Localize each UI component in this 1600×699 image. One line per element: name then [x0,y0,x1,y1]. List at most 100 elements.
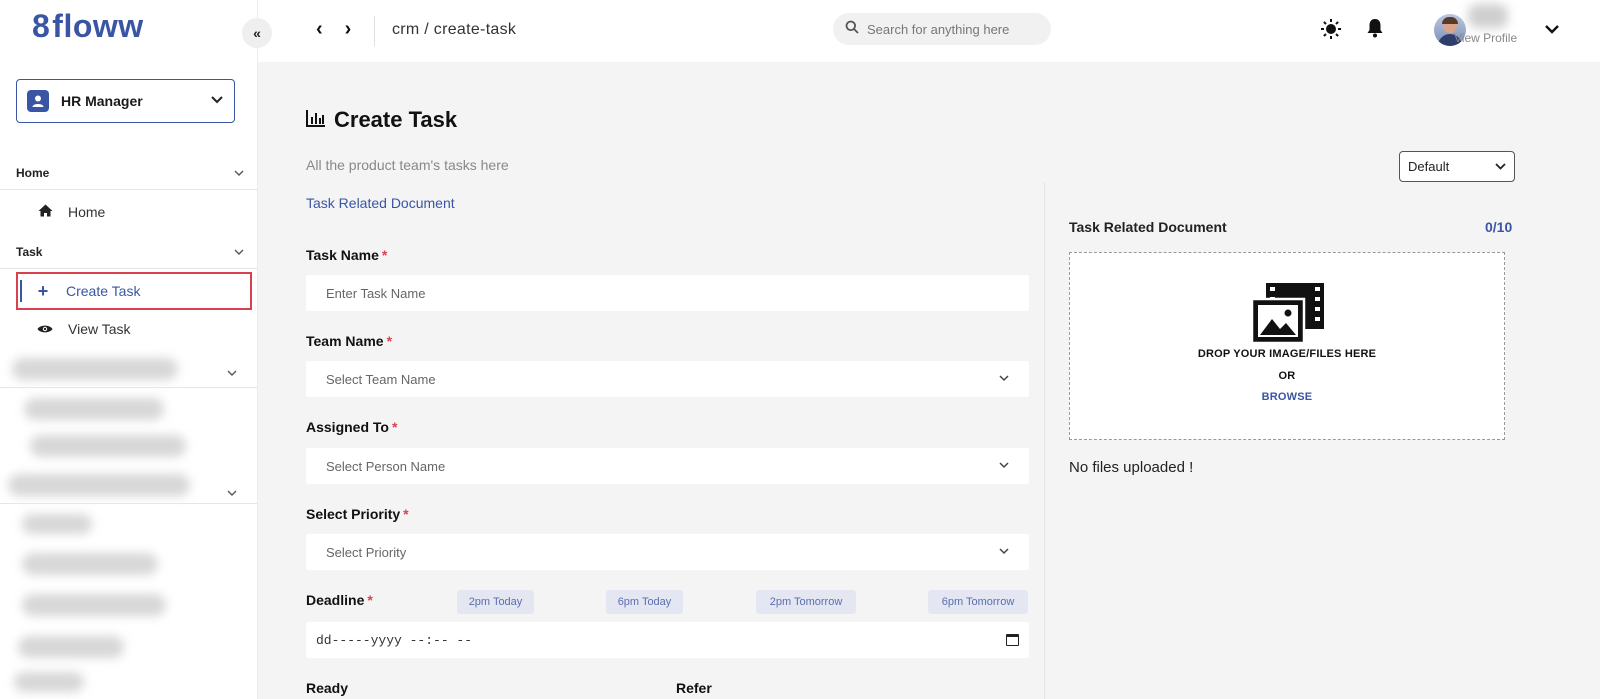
dropzone-or: OR [1278,370,1296,382]
chevron-down-icon [234,245,244,259]
deadline-chip-2pm-tomorrow[interactable]: 2pm Tomorrow [756,590,856,614]
task-name-placeholder: Enter Task Name [326,285,426,301]
theme-toggle-sun-icon[interactable] [1320,18,1342,46]
assigned-to-placeholder: Select Person Name [326,458,446,474]
page-subtitle: All the product team's tasks here [306,157,509,173]
active-indicator [20,280,22,302]
redacted-nav-item [22,594,166,616]
team-name-label: Team Name * [306,333,393,349]
chevron-down-icon [227,484,237,502]
file-dropzone[interactable]: DROP YOUR IMAGE/FILES HERE OR BROWSE [1069,252,1505,440]
cut-off-label: Refer [676,680,712,696]
required-marker: * [386,333,393,349]
sidebar-item-create-task[interactable]: + Create Task [16,272,252,310]
sidebar-section-task[interactable]: Task [16,245,244,259]
deadline-chip-6pm-tomorrow[interactable]: 6pm Tomorrow [928,590,1028,614]
chevron-down-icon [210,94,224,108]
chevron-down-icon [999,373,1009,385]
history-nav: ‹ › [316,18,351,41]
section-divider [0,189,258,190]
chevron-down-icon [999,460,1009,472]
panel-divider [1044,182,1045,699]
task-name-input[interactable]: Enter Task Name [306,275,1029,311]
search-icon [845,20,859,39]
forward-arrow-icon[interactable]: › [345,18,352,41]
bar-chart-icon [306,107,326,133]
task-name-label: Task Name * [306,247,388,263]
sidebar-item-home[interactable]: Home [36,204,105,220]
team-name-placeholder: Select Team Name [326,371,436,387]
notification-bell-icon[interactable] [1366,18,1384,44]
team-name-select[interactable]: Select Team Name [306,361,1029,397]
deadline-chip-2pm-today[interactable]: 2pm Today [457,590,534,614]
page-title-text: Create Task [334,107,458,132]
section-label: Home [16,166,50,180]
plus-icon: + [37,280,49,301]
view-mode-value: Default [1408,159,1450,174]
required-marker: * [403,506,409,522]
required-marker: * [391,419,398,435]
deadline-value: dd-----yyyy --:-- -- [316,632,473,648]
section-divider [0,387,258,388]
chevron-down-icon[interactable] [1544,18,1560,39]
breadcrumb: crm / create-task [392,21,517,38]
documents-count: 0/10 [1485,219,1513,235]
role-label: HR Manager [61,93,143,109]
logo-mark-icon: 8 [32,8,51,44]
sidebar: 8 floww HR Manager Home Home Task + Crea… [0,0,258,699]
assigned-to-label: Assigned To * [306,419,398,435]
priority-label: Select Priority * [306,506,409,522]
redacted-nav-item [14,672,84,692]
assigned-to-select[interactable]: Select Person Name [306,448,1029,484]
no-files-message: No files uploaded ! [1069,459,1194,476]
priority-select[interactable]: Select Priority [306,534,1029,570]
task-related-document-link[interactable]: Task Related Document [306,195,455,211]
topbar-divider [374,16,375,46]
view-profile-link[interactable]: View Profile [1454,31,1517,45]
view-mode-select[interactable]: Default [1399,151,1515,182]
search-input[interactable] [867,21,1037,37]
page-title: Create Task [306,107,457,133]
topbar: ‹ › crm / create-task View Profile [258,0,1600,62]
calendar-icon[interactable] [1006,634,1019,646]
role-selector[interactable]: HR Manager [16,79,235,123]
redacted-nav-item [24,398,164,420]
deadline-chip-6pm-today[interactable]: 6pm Today [606,590,683,614]
dropzone-instruction: DROP YOUR IMAGE/FILES HERE [1197,348,1377,360]
logo-text: floww [52,8,144,44]
redacted-section-label [8,474,190,496]
redacted-section-label [12,358,178,380]
chevron-down-icon [227,364,237,382]
chevron-down-icon [234,166,244,180]
collapse-sidebar-button[interactable]: « [242,18,272,48]
chevron-down-icon [999,546,1009,558]
user-role-icon [27,90,49,112]
browse-files-link[interactable]: BROWSE [1070,391,1504,403]
eye-icon [36,322,54,337]
section-divider [0,268,258,269]
redacted-nav-item [22,553,158,575]
documents-title: Task Related Document [1069,219,1227,235]
home-icon [36,204,54,220]
chevron-down-icon [1495,161,1506,173]
deadline-label: Deadline * [306,592,373,608]
redacted-nav-item [22,514,92,534]
section-label: Task [16,245,43,259]
app-logo[interactable]: 8 floww [32,8,144,45]
redacted-nav-item [18,636,124,658]
cut-off-label: Ready [306,680,349,696]
sidebar-item-label: Create Task [66,283,141,299]
back-arrow-icon[interactable]: ‹ [316,18,323,41]
required-marker: * [381,247,388,263]
required-marker: * [367,592,373,608]
image-upload-icon [1250,283,1326,350]
sidebar-section-home[interactable]: Home [16,166,244,180]
sidebar-item-view-task[interactable]: View Task [36,321,131,337]
section-divider [0,503,258,504]
sidebar-item-label: Home [68,204,106,220]
redacted-nav-item [30,435,186,457]
priority-placeholder: Select Priority [326,544,407,560]
redacted-user-name [1468,4,1508,28]
deadline-datetime-input[interactable]: dd-----yyyy --:-- -- [306,622,1029,658]
search-bar[interactable] [833,13,1051,45]
